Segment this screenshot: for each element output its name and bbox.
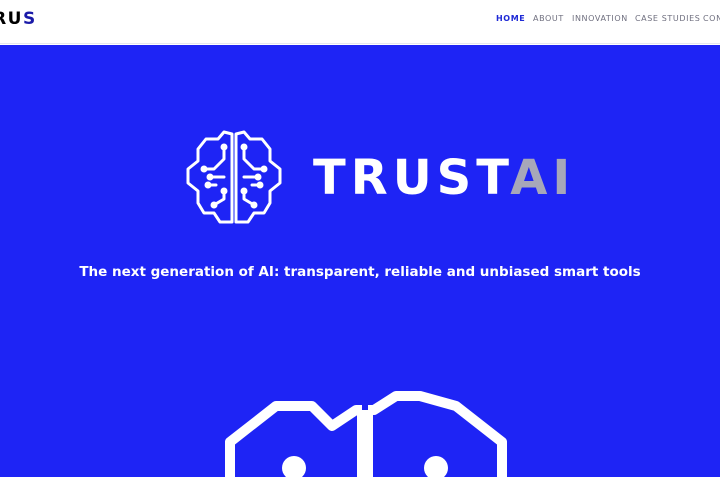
nav-item-innovation[interactable]: Innovation xyxy=(572,14,628,23)
brand-logo[interactable]: TRUSTAI xyxy=(0,0,34,44)
top-navbar: TRUSTAI Home About Innovation Case Studi… xyxy=(0,0,720,44)
nav-item-home[interactable]: Home xyxy=(496,14,525,23)
hero-wordmark-trust: TRUST xyxy=(313,150,511,206)
nav-item-about[interactable]: About xyxy=(533,14,564,23)
brand-logo-trust: TRU xyxy=(0,9,23,29)
hero-wordmark: TRUSTAI xyxy=(313,150,575,206)
brand-logo-part1: ST xyxy=(23,9,34,29)
hero-wordmark-ai: AI xyxy=(510,150,576,206)
hero-section: TRUSTAI The next generation of AI: trans… xyxy=(0,45,720,477)
brain-outline-icon xyxy=(225,391,507,477)
nav-item-contact[interactable]: Contact xyxy=(703,14,720,23)
hero-tagline: The next generation of AI: transparent, … xyxy=(79,264,641,280)
brain-circuit-icon xyxy=(186,130,282,224)
nav-item-case-studies[interactable]: Case Studies xyxy=(635,14,700,23)
